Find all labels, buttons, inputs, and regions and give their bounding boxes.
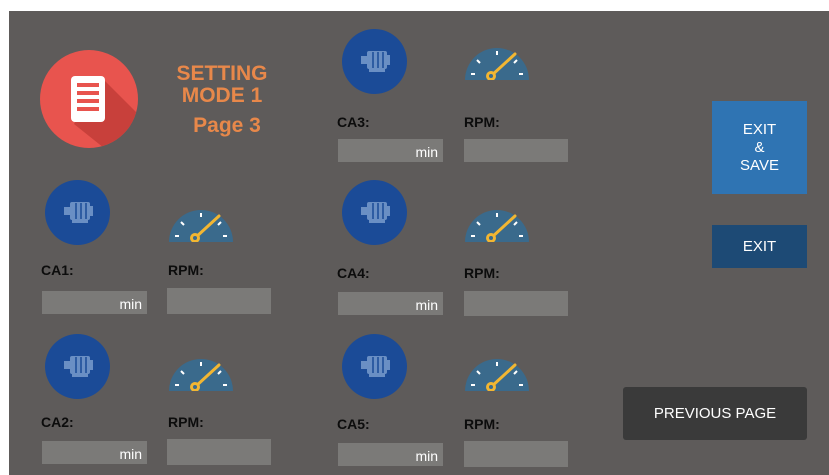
ca2-label: CA2: <box>41 414 74 430</box>
ca1-time-field[interactable]: min <box>42 291 147 314</box>
gauge-icon <box>463 38 531 81</box>
exit-button[interactable]: EXIT <box>712 225 807 268</box>
ca5-label: CA5: <box>337 416 370 432</box>
motor-icon <box>45 180 110 245</box>
ca2-time-field[interactable]: min <box>42 441 147 464</box>
motor-icon <box>342 334 407 399</box>
ca3-label: CA3: <box>337 114 370 130</box>
exit-save-button[interactable]: EXIT & SAVE <box>712 101 807 194</box>
ca5-rpm-field[interactable] <box>464 441 568 467</box>
hmi-screen: SETTING MODE 1 Page 3 CA3: RPM: min CA1:… <box>9 11 829 475</box>
ca1-rpm-field[interactable] <box>167 288 271 314</box>
ca2-rpm-field[interactable] <box>167 439 271 465</box>
ca4-rpm-field[interactable] <box>464 291 568 316</box>
ca5-rpm-label: RPM: <box>464 416 500 432</box>
title-setting: SETTING <box>176 62 268 85</box>
motor-icon <box>342 180 407 245</box>
ca5-time-field[interactable]: min <box>338 443 443 466</box>
title-mode: MODE 1 <box>181 84 263 107</box>
ca3-rpm-label: RPM: <box>464 114 500 130</box>
gauge-icon <box>167 200 235 243</box>
ca1-rpm-label: RPM: <box>168 262 204 278</box>
ca2-rpm-label: RPM: <box>168 414 204 430</box>
page-label: Page 3 <box>193 114 261 137</box>
ca1-label: CA1: <box>41 262 74 278</box>
ca4-label: CA4: <box>337 265 370 281</box>
motor-icon <box>45 334 110 399</box>
ca4-rpm-label: RPM: <box>464 265 500 281</box>
gauge-icon <box>463 200 531 243</box>
ca3-rpm-field[interactable] <box>464 139 568 162</box>
ca4-time-field[interactable]: min <box>338 292 443 315</box>
document-icon <box>40 50 138 148</box>
gauge-icon <box>463 349 531 392</box>
ca3-time-field[interactable]: min <box>338 139 443 162</box>
gauge-icon <box>167 349 235 392</box>
motor-icon <box>342 29 407 94</box>
previous-page-button[interactable]: PREVIOUS PAGE <box>623 387 807 440</box>
